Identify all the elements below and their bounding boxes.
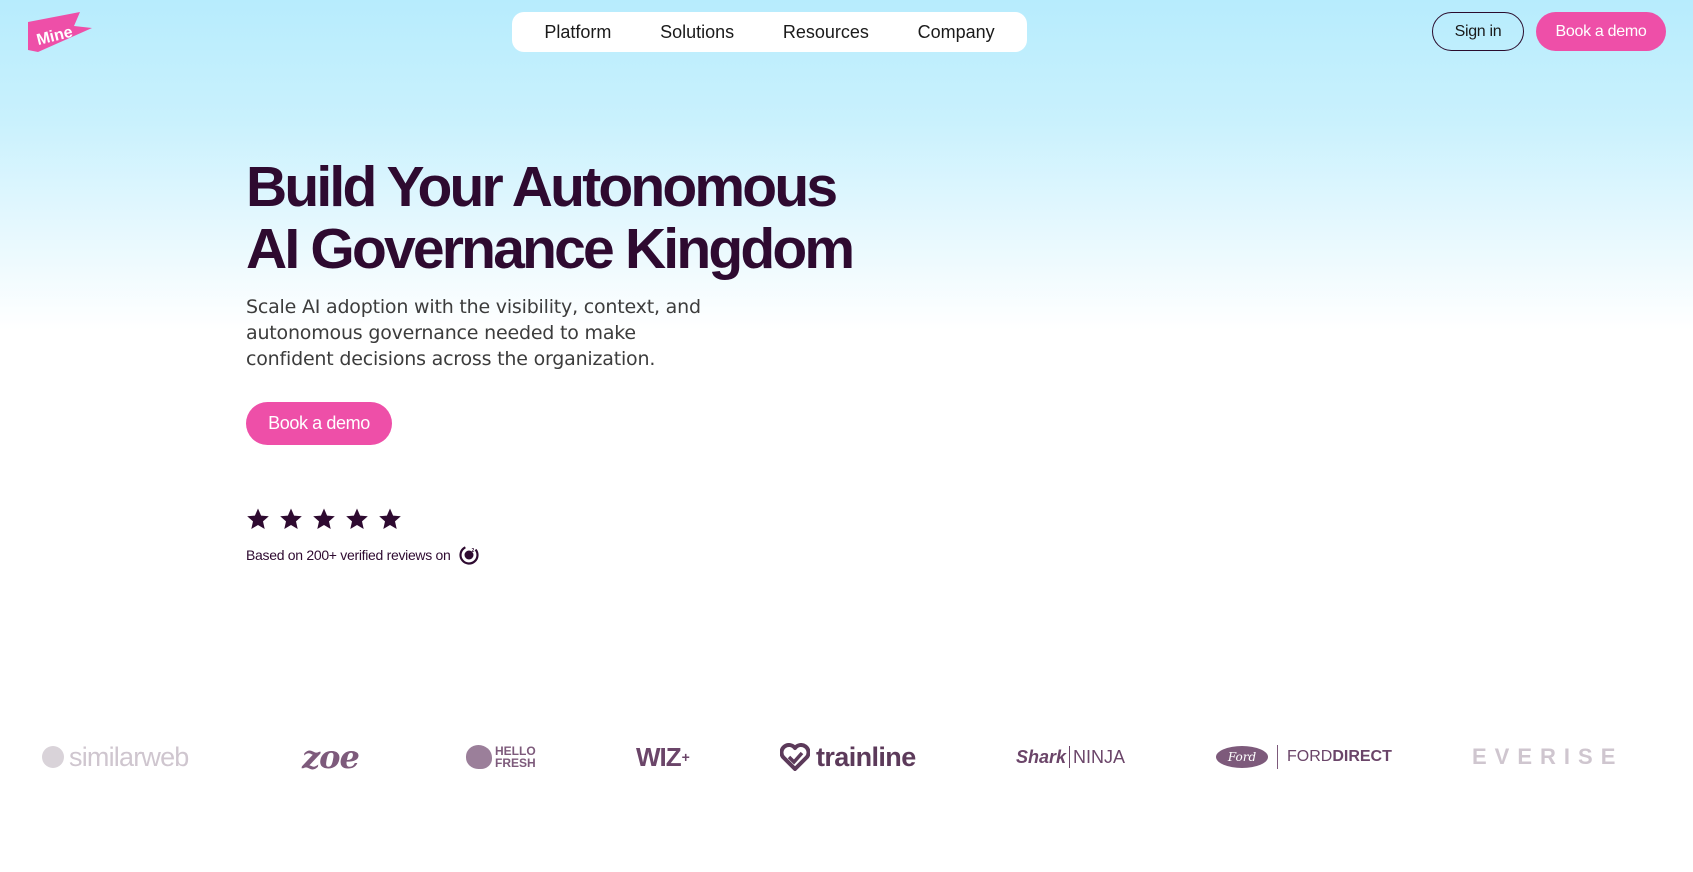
- svg-text:2: 2: [471, 548, 474, 554]
- nav-resources[interactable]: Resources: [783, 22, 869, 43]
- zoe-logo: zoe: [302, 738, 360, 776]
- star-icon: [313, 508, 335, 529]
- everise-logo: EVERISE: [1472, 740, 1623, 774]
- zoe-text: zoe: [302, 738, 360, 776]
- forddirect-logo: Ford FORD DIRECT: [1216, 740, 1392, 774]
- everise-text: EVERISE: [1472, 744, 1624, 769]
- trainline-logo: trainline: [780, 740, 916, 774]
- hellofresh-lime-icon: [466, 745, 492, 769]
- reviews-text: Based on 200+ verified reviews on: [246, 547, 451, 563]
- reviews-line: Based on 200+ verified reviews on 2: [246, 545, 479, 565]
- hellofresh-line2: FRESH: [495, 756, 536, 770]
- client-logos: similarweb zoe HELLO FRESH WIZ + trainlin…: [0, 738, 1693, 776]
- similarweb-text: similarweb: [69, 741, 189, 772]
- ford-oval-icon: Ford: [1216, 746, 1268, 768]
- similarweb-logo: similarweb: [42, 740, 189, 774]
- similarweb-mark-icon: [42, 746, 64, 768]
- sharkninja-logo: Shark NINJA: [1016, 740, 1125, 774]
- star-icon: [346, 508, 368, 529]
- star-icon: [379, 508, 401, 529]
- sharkninja-shark: Shark: [1016, 746, 1067, 767]
- hero-subtitle: Scale AI adoption with the visibility, c…: [246, 296, 701, 370]
- trainline-heart-icon: [780, 743, 810, 771]
- nav-platform[interactable]: Platform: [544, 22, 611, 43]
- hellofresh-text: HELLO FRESH: [495, 745, 536, 769]
- wiz-plus-icon: +: [681, 749, 690, 765]
- sign-in-button[interactable]: Sign in: [1432, 12, 1524, 51]
- trainline-text: trainline: [816, 741, 916, 772]
- hero-title-line2: AI Governance Kingdom: [246, 217, 855, 281]
- main-nav: Platform Solutions Resources Company: [512, 12, 1027, 52]
- nav-company[interactable]: Company: [918, 22, 995, 43]
- book-demo-hero-button[interactable]: Book a demo: [246, 402, 392, 445]
- hellofresh-logo: HELLO FRESH: [466, 740, 536, 774]
- forddirect-ford: FORD: [1287, 748, 1333, 765]
- rating-stars: [246, 507, 402, 531]
- wiz-text: WIZ: [636, 741, 682, 772]
- forddirect-divider: [1277, 745, 1278, 769]
- sharkninja-ninja: NINJA: [1073, 746, 1126, 767]
- sharkninja-divider: [1069, 746, 1071, 768]
- book-demo-header-button[interactable]: Book a demo: [1536, 12, 1666, 51]
- wiz-logo: WIZ +: [636, 740, 690, 774]
- star-icon: [280, 508, 302, 529]
- hero-title: Build Your Autonomous AI Governance King…: [246, 155, 855, 281]
- mine-flag-icon: Mine: [28, 12, 92, 52]
- mine-logo[interactable]: Mine: [28, 12, 92, 52]
- forddirect-direct: DIRECT: [1332, 748, 1392, 765]
- nav-solutions[interactable]: Solutions: [660, 22, 734, 43]
- star-icon: [247, 508, 269, 529]
- g2-icon[interactable]: 2: [458, 545, 479, 565]
- hero-title-line1: Build Your Autonomous: [246, 155, 838, 219]
